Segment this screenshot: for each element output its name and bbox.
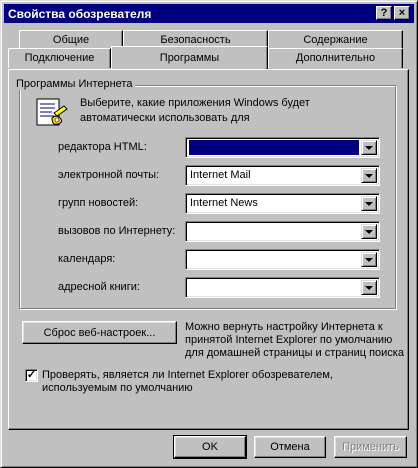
tab-content[interactable]: Содержание [268, 30, 403, 50]
chevron-down-icon[interactable] [361, 168, 377, 183]
reset-note: Можно вернуть настройку Интернета к прин… [185, 321, 404, 360]
chevron-down-icon[interactable] [361, 140, 377, 155]
newsgroups-label: групп новостей: [58, 197, 139, 209]
internet-options-dialog: Свойства обозревателя ? × Общие Безопасн… [0, 0, 418, 468]
button-label: Сброс веб-настроек... [43, 326, 156, 339]
chevron-down-icon[interactable] [361, 252, 377, 267]
button-label: OK [202, 441, 218, 453]
html-editor-select[interactable] [185, 137, 380, 158]
apply-button[interactable]: Применить [334, 436, 407, 458]
chevron-down-icon[interactable] [361, 280, 377, 295]
combo-value: Internet Mail [190, 169, 251, 181]
tab-general[interactable]: Общие [19, 30, 123, 50]
tab-programs[interactable]: Программы [111, 46, 268, 69]
label-line: Проверять, является ли Internet Explorer… [42, 369, 334, 381]
note-line: принятой Internet Explorer по умолчанию [185, 334, 393, 346]
button-label: Отмена [270, 441, 310, 453]
description-line: Выберите, какие приложения Windows будет [80, 97, 310, 109]
tab-advanced[interactable]: Дополнительно [268, 48, 403, 68]
label-line: используемым по умолчанию [42, 382, 193, 394]
newsgroups-select[interactable]: Internet News [185, 193, 380, 214]
tab-label: Дополнительно [295, 52, 376, 64]
title-bar: Свойства обозревателя ? × [4, 4, 414, 23]
default-browser-label[interactable]: Проверять, является ли Internet Explorer… [42, 369, 333, 395]
window-title: Свойства обозревателя [8, 6, 152, 21]
address-book-label: адресной книги: [58, 281, 140, 293]
internet-call-label: вызовов по Интернету: [58, 225, 176, 237]
tab-connections[interactable]: Подключение [8, 48, 111, 68]
calendar-label: календаря: [58, 253, 116, 265]
checkmark-icon: ✓ [26, 369, 37, 381]
default-browser-checkbox[interactable]: ✓ [25, 369, 38, 382]
combo-value: Internet News [190, 197, 258, 209]
description-line: автоматически использовать для [80, 112, 250, 124]
combo-value [189, 224, 359, 239]
chevron-down-icon[interactable] [361, 196, 377, 211]
tab-label: Содержание [303, 34, 368, 46]
calendar-select[interactable] [185, 249, 380, 270]
email-label: электронной почты: [58, 169, 160, 181]
close-button[interactable]: × [394, 6, 410, 20]
note-line: для домашней страницы и страниц поиска [185, 347, 404, 359]
help-icon: ? [380, 6, 388, 19]
combo-value [189, 280, 359, 295]
email-select[interactable]: Internet Mail [185, 165, 380, 186]
button-label: Применить [342, 441, 399, 453]
ok-button[interactable]: OK [173, 435, 247, 459]
close-icon: × [398, 6, 406, 19]
tab-label: Общие [52, 34, 90, 46]
combo-value [189, 140, 359, 155]
programs-icon [34, 96, 70, 130]
chevron-down-icon[interactable] [361, 224, 377, 239]
tab-label: Программы [159, 52, 220, 64]
internet-call-select[interactable] [185, 221, 380, 242]
help-button[interactable]: ? [376, 6, 392, 20]
reset-web-settings-button[interactable]: Сброс веб-настроек... [22, 321, 177, 344]
tab-label: Подключение [24, 52, 95, 64]
group-title: Программы Интернета [13, 78, 136, 90]
address-book-select[interactable] [185, 277, 380, 298]
note-line: Можно вернуть настройку Интернета к [185, 321, 383, 333]
combo-value [189, 252, 359, 267]
html-editor-label: редактора HTML: [58, 141, 147, 153]
group-description: Выберите, какие приложения Windows будет… [80, 96, 310, 126]
cancel-button[interactable]: Отмена [254, 436, 326, 458]
tab-label: Безопасность [160, 34, 231, 46]
